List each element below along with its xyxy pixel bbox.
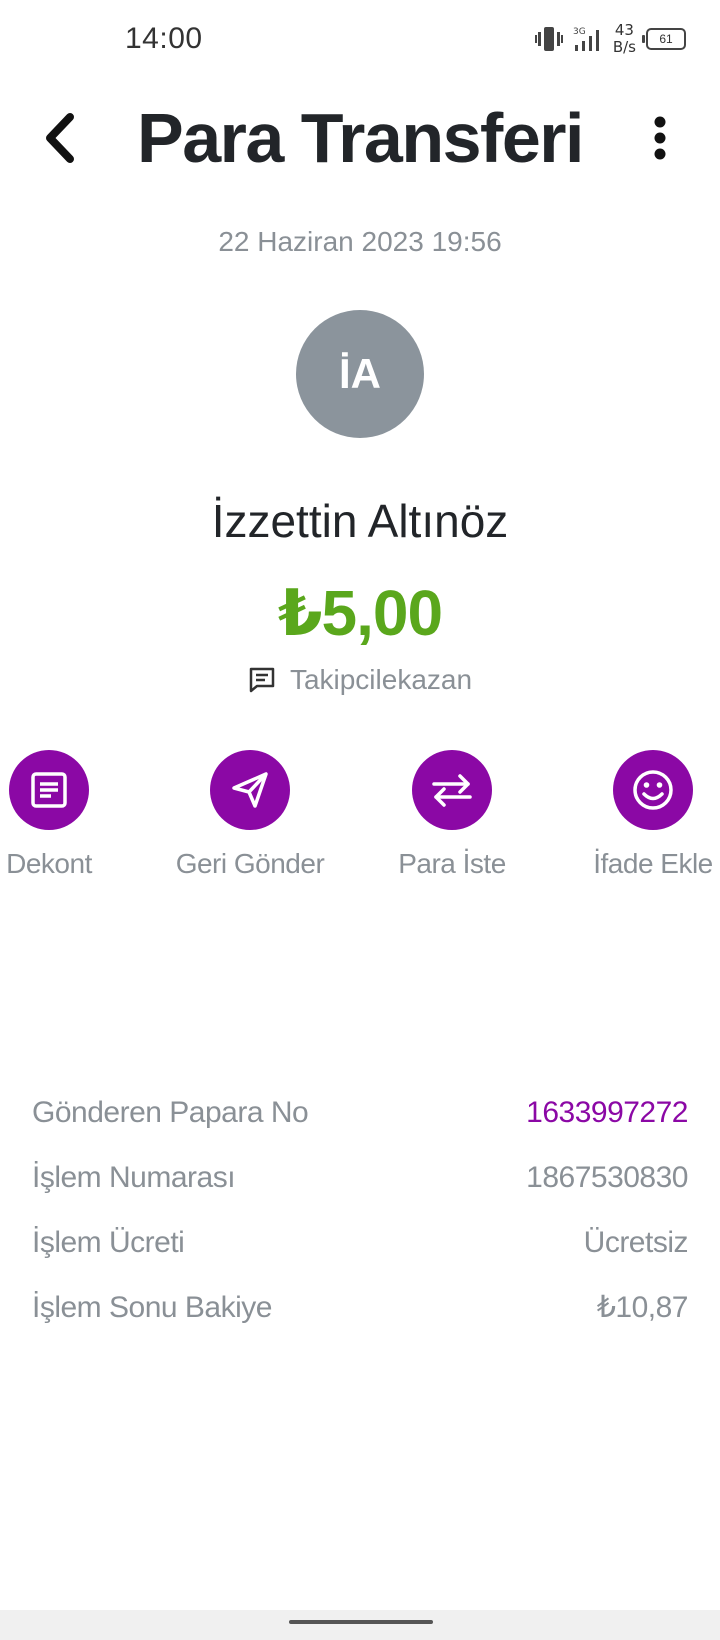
- network-type: 3G: [573, 27, 586, 37]
- page-title: Para Transferi: [137, 99, 584, 177]
- detail-label: Gönderen Papara No: [32, 1095, 309, 1129]
- final-balance-value: ₺10,87: [596, 1291, 689, 1324]
- transaction-details: Gönderen Papara No 1633997272 İşlem Numa…: [32, 1080, 689, 1340]
- detail-row-transaction-fee: İşlem Ücreti Ücretsiz: [32, 1210, 689, 1275]
- send-again-button-label: Geri Gönder: [175, 848, 325, 879]
- transaction-number-value: 1867530830: [526, 1160, 688, 1194]
- request-money-button-circle[interactable]: [412, 750, 492, 830]
- detail-row-final-balance: İşlem Sonu Bakiye ₺10,87: [32, 1275, 689, 1340]
- receipt-icon: [31, 772, 67, 808]
- status-time: 14:00: [125, 22, 203, 55]
- detail-row-transaction-number: İşlem Numarası 1867530830: [32, 1145, 688, 1210]
- recipient-name: İzzettin Altınöz: [211, 495, 509, 547]
- detail-row-sender-papara-no: Gönderen Papara No 1633997272: [32, 1080, 688, 1145]
- add-reaction-button-label: İfade Ekle: [593, 848, 713, 879]
- add-reaction-button-circle[interactable]: [613, 750, 693, 830]
- signal-icon: 3G: [573, 27, 599, 51]
- home-indicator[interactable]: [289, 1620, 433, 1624]
- more-options-button[interactable]: [640, 108, 680, 168]
- battery-icon: 61: [642, 28, 686, 50]
- status-bar: 14:00 3G 43 B/s 61: [0, 0, 720, 80]
- net-speed: 43 B/s: [613, 22, 636, 56]
- add-reaction-button[interactable]: İfade Ekle: [588, 750, 718, 880]
- battery-level: 61: [659, 32, 673, 46]
- detail-label: İşlem Numarası: [32, 1160, 236, 1194]
- message-icon: [249, 667, 275, 693]
- receipt-button-circle[interactable]: [9, 750, 89, 830]
- transaction-note: Takipcilekazan: [0, 664, 720, 696]
- receipt-button-label: Dekont: [6, 848, 92, 879]
- sender-papara-no-value[interactable]: 1633997272: [526, 1096, 688, 1130]
- detail-label: İşlem Sonu Bakiye: [32, 1290, 272, 1324]
- avatar: İA: [296, 310, 424, 438]
- swap-icon: [432, 774, 472, 807]
- transaction-date: 22 Haziran 2023 19:56: [218, 226, 502, 257]
- receipt-button[interactable]: Dekont: [2, 750, 96, 880]
- transaction-fee-value: Ücretsiz: [583, 1225, 689, 1259]
- app-header: Para Transferi: [0, 90, 720, 190]
- action-bar: Dekont Geri Gönder Para İste İfade Ekle: [0, 750, 720, 890]
- vibrate-icon: [534, 27, 563, 51]
- detail-label: İşlem Ücreti: [32, 1225, 185, 1259]
- net-speed-unit: B/s: [612, 38, 636, 56]
- avatar-initials: İA: [339, 350, 381, 397]
- send-icon: [232, 772, 268, 808]
- status-icons: 3G 43 B/s 61: [534, 22, 686, 56]
- smiley-icon: [633, 770, 673, 810]
- transfer-amount: ₺5,00: [277, 577, 443, 649]
- request-money-button[interactable]: Para İste: [392, 750, 512, 880]
- more-vertical-icon: [654, 116, 666, 160]
- send-again-button-circle[interactable]: [210, 750, 290, 830]
- note-text: Takipcilekazan: [289, 664, 473, 695]
- navigation-bar: [0, 1610, 720, 1640]
- request-money-button-label: Para İste: [398, 848, 506, 879]
- net-speed-value: 43: [614, 21, 634, 39]
- send-again-button[interactable]: Geri Gönder: [170, 750, 330, 880]
